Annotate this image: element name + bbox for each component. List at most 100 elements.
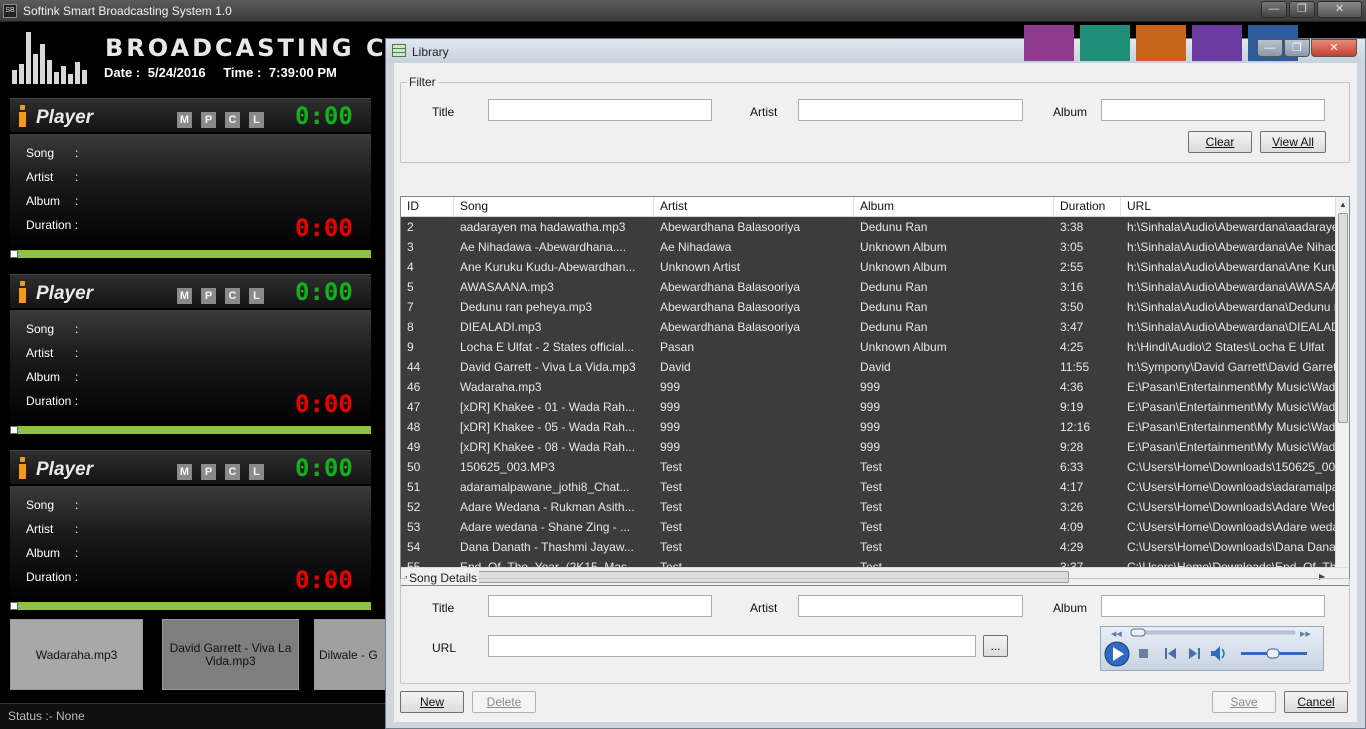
seek-handle[interactable] bbox=[1130, 628, 1146, 637]
table-row[interactable]: 9 Locha E Ulfat - 2 States official... Pas… bbox=[401, 337, 1336, 357]
browse-button[interactable]: ... bbox=[983, 635, 1008, 657]
progress-bar[interactable] bbox=[10, 602, 371, 610]
details-url-input[interactable] bbox=[488, 635, 976, 657]
progress-handle[interactable] bbox=[10, 602, 18, 610]
table-row[interactable]: 51 adaramalpawane_jothi8_Chat... Test Test 4… bbox=[401, 477, 1336, 497]
details-artist-input[interactable] bbox=[798, 595, 1023, 617]
details-title-label: Title bbox=[432, 601, 455, 615]
table-row[interactable]: 7 Dedunu ran peheya.mp3 Abewardhana Balaso… bbox=[401, 297, 1336, 317]
player-m-button[interactable]: M bbox=[177, 464, 192, 480]
album-colon: : bbox=[75, 546, 79, 560]
column-header-artist[interactable]: Artist bbox=[654, 197, 854, 217]
library-minimize-button[interactable]: — bbox=[1257, 39, 1283, 57]
new-button[interactable]: New bbox=[400, 691, 464, 713]
library-maximize-button[interactable]: ❐ bbox=[1284, 39, 1310, 57]
player-c-button[interactable]: C bbox=[225, 288, 240, 304]
vertical-scrollbar[interactable]: ▲ bbox=[1335, 197, 1349, 567]
progress-bar[interactable] bbox=[10, 250, 371, 258]
remaining-time: 0:00 bbox=[295, 390, 353, 418]
player-p-button[interactable]: P bbox=[201, 288, 216, 304]
player-m-button[interactable]: M bbox=[177, 288, 192, 304]
cell-url: h:\Sinhala\Audio\Abewardana\aadarayen bbox=[1127, 220, 1336, 234]
cell-id: 4 bbox=[407, 260, 414, 274]
player-header: Player M P C L 0:00 bbox=[10, 274, 371, 308]
player-l-button[interactable]: L bbox=[249, 288, 264, 304]
filter-title-input[interactable] bbox=[488, 99, 712, 121]
progress-handle[interactable] bbox=[10, 250, 18, 258]
column-header-album[interactable]: Album bbox=[854, 197, 1054, 217]
info-icon bbox=[19, 105, 26, 127]
rewind-icon[interactable]: ◀◀ bbox=[1111, 630, 1122, 638]
save-button[interactable]: Save bbox=[1212, 691, 1276, 713]
previous-icon[interactable] bbox=[1165, 648, 1176, 659]
main-maximize-button[interactable]: ❐ bbox=[1289, 1, 1315, 18]
details-album-input[interactable] bbox=[1101, 595, 1325, 617]
details-title-input[interactable] bbox=[488, 595, 712, 617]
table-row[interactable]: 2 aadarayen ma hadawatha.mp3 Abewardhana B… bbox=[401, 217, 1336, 237]
cell-duration: 4:29 bbox=[1060, 540, 1084, 554]
player-label: Player bbox=[36, 283, 94, 304]
player-m-button[interactable]: M bbox=[177, 112, 192, 128]
scroll-up-icon[interactable]: ▲ bbox=[1339, 200, 1347, 209]
column-header-id[interactable]: ID bbox=[401, 197, 454, 217]
quick-play-button-2[interactable]: David Garrett - Viva La Vida.mp3 bbox=[162, 619, 299, 690]
table-row[interactable]: 53 Adare wedana - Shane Zing - ... Test Tes… bbox=[401, 517, 1336, 537]
cell-album: Unknown Album bbox=[860, 260, 947, 274]
table-row[interactable]: 54 Dana Danath - Thashmi Jayaw... Test Test… bbox=[401, 537, 1336, 557]
vertical-scroll-thumb[interactable] bbox=[1338, 213, 1348, 423]
info-icon bbox=[19, 457, 26, 479]
cell-id: 2 bbox=[407, 220, 414, 234]
table-row[interactable]: 55 End_Of_The_Year_(2K15_Mas... Test Test 3:… bbox=[401, 557, 1336, 567]
player-c-button[interactable]: C bbox=[225, 464, 240, 480]
delete-button[interactable]: Delete bbox=[472, 691, 536, 713]
column-header-url[interactable]: URL bbox=[1121, 197, 1336, 217]
library-table[interactable]: ID Song Artist Album Duration URL 2 aadar… bbox=[400, 196, 1350, 586]
table-row[interactable]: 50 150625_003.MP3 Test Test 6:33 C:\Users\Hom… bbox=[401, 457, 1336, 477]
album-label: Album bbox=[26, 370, 61, 384]
cell-song: David Garrett - Viva La Vida.mp3 bbox=[460, 360, 636, 374]
cell-album: Dedunu Ran bbox=[860, 280, 928, 294]
cell-id: 51 bbox=[407, 480, 421, 494]
progress-handle[interactable] bbox=[10, 426, 18, 434]
table-row[interactable]: 5 AWASAANA.mp3 Abewardhana Balasooriya Dedu… bbox=[401, 277, 1336, 297]
view-all-button[interactable]: View All bbox=[1260, 131, 1326, 153]
player-p-button[interactable]: P bbox=[201, 112, 216, 128]
table-row[interactable]: 4 Ane Kuruku Kudu-Abewardhan... Unknown Ar… bbox=[401, 257, 1336, 277]
table-row[interactable]: 52 Adare Wedana - Rukman Asith... Test Test… bbox=[401, 497, 1336, 517]
table-row[interactable]: 48 [xDR] Khakee - 05 - Wada Rah... 999 999 1… bbox=[401, 417, 1336, 437]
quick-play-button-1[interactable]: Wadaraha.mp3 bbox=[10, 619, 143, 690]
player-p-button[interactable]: P bbox=[201, 464, 216, 480]
save-button-label: Save bbox=[1230, 695, 1258, 709]
stop-icon[interactable] bbox=[1139, 649, 1148, 658]
fast-forward-icon[interactable]: ▶▶ bbox=[1300, 630, 1311, 638]
column-header-song[interactable]: Song bbox=[454, 197, 654, 217]
volume-icon[interactable] bbox=[1211, 646, 1225, 661]
filter-album-input[interactable] bbox=[1101, 99, 1325, 121]
main-close-button[interactable]: ✕ bbox=[1317, 1, 1362, 18]
table-row[interactable]: 8 DIEALADI.mp3 Abewardhana Balasooriya Dedu… bbox=[401, 317, 1336, 337]
table-row[interactable]: 47 [xDR] Khakee - 01 - Wada Rah... 999 999 9… bbox=[401, 397, 1336, 417]
progress-bar[interactable] bbox=[10, 426, 371, 434]
quick-play-button-3[interactable]: Dilwale - G bbox=[314, 619, 390, 690]
main-minimize-button[interactable]: — bbox=[1261, 1, 1287, 18]
seek-track[interactable] bbox=[1130, 630, 1296, 635]
table-row[interactable]: 49 [xDR] Khakee - 08 - Wada Rah... 999 999 9… bbox=[401, 437, 1336, 457]
cancel-button[interactable]: Cancel bbox=[1284, 691, 1348, 713]
cell-artist: 999 bbox=[660, 380, 681, 394]
table-row[interactable]: 46 Wadaraha.mp3 999 999 4:36 E:\Pasan\Enterta… bbox=[401, 377, 1336, 397]
player-l-button[interactable]: L bbox=[249, 464, 264, 480]
next-icon[interactable] bbox=[1189, 648, 1200, 659]
cell-song: adaramalpawane_jothi8_Chat... bbox=[460, 480, 630, 494]
cell-id: 8 bbox=[407, 320, 414, 334]
player-l-button[interactable]: L bbox=[249, 112, 264, 128]
table-row[interactable]: 3 Ae Nihadawa -Abewardhana.... Ae Nihadawa… bbox=[401, 237, 1336, 257]
volume-handle[interactable] bbox=[1266, 648, 1280, 659]
cell-artist: 999 bbox=[660, 440, 681, 454]
player-c-button[interactable]: C bbox=[225, 112, 240, 128]
clear-button[interactable]: Clear bbox=[1188, 131, 1252, 153]
filter-artist-input[interactable] bbox=[798, 99, 1023, 121]
table-row[interactable]: 44 David Garrett - Viva La Vida.mp3 David D… bbox=[401, 357, 1336, 377]
library-close-button[interactable]: ✕ bbox=[1311, 39, 1357, 57]
cell-song: Dana Danath - Thashmi Jayaw... bbox=[460, 540, 634, 554]
column-header-duration[interactable]: Duration bbox=[1054, 197, 1121, 217]
